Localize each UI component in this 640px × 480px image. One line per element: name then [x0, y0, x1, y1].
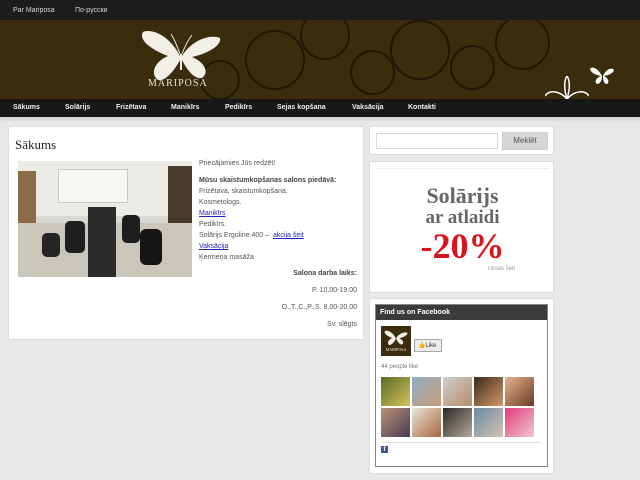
like-label: Like — [425, 343, 437, 349]
top-link-russian[interactable]: По-русски — [75, 7, 107, 14]
header-swirl-ornament — [495, 20, 550, 70]
butterfly-decor-icon — [590, 67, 614, 84]
header-swirl-ornament — [245, 30, 305, 90]
fan-avatar[interactable] — [505, 377, 534, 406]
fan-avatar[interactable] — [381, 377, 410, 406]
nav-item-manicure[interactable]: Manikīrs — [171, 104, 199, 111]
header-swirl-ornament — [450, 45, 495, 90]
nav-item-solarium[interactable]: Solārijs — [65, 104, 90, 111]
facebook-box-title: Find us on Facebook — [376, 305, 547, 320]
page-title: Sākums — [15, 137, 57, 152]
promo-caption: cenas šeit — [487, 266, 515, 272]
main-nav: Sākums Solārijs Frizētava Manikīrs Pedik… — [0, 99, 640, 117]
service-item: Frizētava, skaistumkopšana. — [199, 188, 288, 195]
services-heading: Mūsu skaistumkopšanas salons piedāvā: — [199, 177, 337, 184]
nav-item-hair-salon[interactable]: Frizētava — [116, 104, 146, 111]
facebook-divider — [381, 442, 541, 443]
service-item: Pedikīrs. — [199, 221, 227, 228]
hours-line: P. 10.00-19.00 — [311, 287, 357, 294]
header-swirl-ornament — [300, 20, 350, 60]
promo-here-link[interactable]: akcija šeit — [273, 232, 304, 239]
hours-line: O.,T.,C.,P.,S. 8.00-20.00 — [281, 304, 357, 311]
hours-line: Sv. slēgts — [327, 321, 357, 328]
top-link-about[interactable]: Par Mariposa — [13, 7, 55, 14]
solarium-promo-banner[interactable]: Solārijs ar atlaidi -20% cenas šeit — [376, 168, 549, 288]
people-like-count: 44 people like — [381, 364, 419, 370]
fan-avatar[interactable] — [412, 408, 441, 437]
search-button[interactable]: Meklēt — [502, 132, 548, 150]
nav-item-contacts[interactable]: Kontakti — [408, 104, 436, 111]
fan-avatar[interactable] — [443, 408, 472, 437]
nav-item-facial[interactable]: Sejas kopšana — [277, 104, 326, 111]
search-box: Meklēt — [369, 126, 554, 155]
fan-avatar[interactable] — [505, 408, 534, 437]
manicure-link[interactable]: Manikīrs — [199, 210, 225, 217]
fan-avatar[interactable] — [474, 377, 503, 406]
service-item: Kosmetologs. — [199, 199, 242, 206]
flower-decor-icon — [545, 76, 589, 99]
fan-avatar[interactable] — [381, 408, 410, 437]
facebook-avatar-label: MARIPOSA — [385, 347, 407, 352]
fan-avatar[interactable] — [474, 408, 503, 437]
fan-avatar[interactable] — [412, 377, 441, 406]
header-swirl-ornament — [390, 20, 450, 80]
main-content-panel: Sākums Priecājamies Jūs redzēt! Mūsu ska… — [8, 126, 364, 340]
facebook-box: Find us on Facebook MARIPOSA 👍Like 44 pe… — [369, 298, 554, 474]
waxing-link[interactable]: Vaksācija — [199, 243, 228, 250]
salon-interior-photo — [18, 161, 192, 277]
promo-box: Solārijs ar atlaidi -20% cenas šeit — [369, 161, 554, 293]
facebook-like-button[interactable]: 👍Like — [414, 339, 442, 352]
nav-item-home[interactable]: Sākums — [13, 104, 40, 111]
service-item: Ķermeņa masāža — [199, 254, 254, 261]
hours-heading: Salona darba laiks: — [293, 270, 357, 277]
nav-shadow — [0, 117, 640, 122]
facebook-page-avatar[interactable]: MARIPOSA — [381, 326, 411, 356]
promo-discount: -20% — [420, 226, 505, 266]
greeting-text: Priecājamies Jūs redzēt! — [199, 160, 276, 167]
top-bar: Par Mariposa По-русски — [0, 0, 640, 20]
promo-line-1: Solārijs — [426, 183, 499, 208]
facebook-like-box: Find us on Facebook MARIPOSA 👍Like 44 pe… — [375, 304, 548, 467]
facebook-icon[interactable]: f — [381, 446, 388, 453]
butterfly-logo-icon[interactable] — [140, 26, 222, 86]
header-swirl-ornament — [350, 50, 395, 95]
butterfly-logo-icon — [384, 330, 408, 346]
site-header: MARIPOSA — [0, 20, 640, 99]
logo-text[interactable]: MARIPOSA — [148, 78, 208, 89]
nav-item-waxing[interactable]: Vaksācija — [352, 104, 384, 111]
search-input[interactable] — [376, 133, 498, 149]
fan-avatar[interactable] — [443, 377, 472, 406]
service-item: Solārijs Ergoline 400 – — [199, 232, 270, 239]
nav-item-pedicure[interactable]: Pedikīrs — [225, 104, 252, 111]
